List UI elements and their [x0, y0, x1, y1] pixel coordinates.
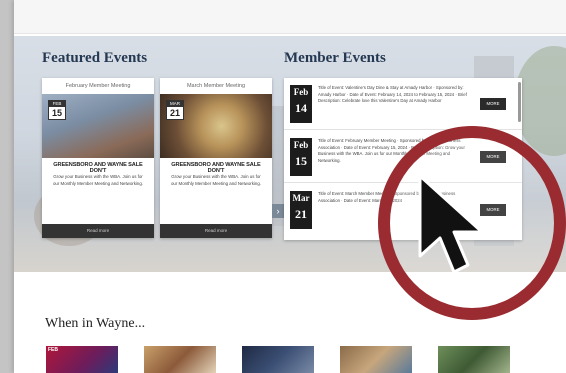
featured-events-title: Featured Events — [42, 50, 148, 66]
card-description: Grow your Business with the WBA. Join us… — [170, 174, 262, 186]
event-date-badge: Mar 21 — [290, 191, 312, 229]
card-description: Grow your Business with the WBA. Join us… — [52, 174, 144, 186]
featured-event-card[interactable]: February Member Meeting FEB 15 GREENSBOR… — [42, 78, 154, 238]
member-events-title: Member Events — [284, 50, 386, 66]
card-day: 21 — [169, 108, 180, 118]
event-day: 15 — [295, 154, 307, 168]
thumbnail-label: FEB — [48, 347, 58, 353]
browser-viewport: Featured Events Member Events February M… — [14, 0, 566, 373]
event-day: 14 — [295, 101, 307, 115]
scrollbar-handle[interactable] — [518, 82, 521, 122]
wayne-thumbnail[interactable] — [242, 346, 314, 373]
wayne-thumbnail[interactable] — [144, 346, 216, 373]
mouse-pointer-icon — [418, 174, 484, 274]
event-month: Mar — [292, 193, 310, 203]
card-header: February Member Meeting — [65, 83, 131, 89]
card-day: 15 — [51, 108, 62, 118]
event-details: Title of Event: Valentine's Day Dine & S… — [318, 85, 467, 104]
member-event-row[interactable]: Feb 14 Title of Event: Valentine's Day D… — [284, 78, 522, 130]
card-date-badge: MAR 21 — [166, 100, 184, 120]
event-date-badge: Feb 14 — [290, 85, 312, 123]
read-more-button[interactable]: Read more — [42, 224, 154, 238]
card-header: March Member Meeting — [186, 83, 246, 89]
card-date-badge: FEB 15 — [48, 100, 66, 120]
event-month: Feb — [293, 140, 309, 150]
site-header-bar — [14, 0, 566, 34]
carousel-next-arrow-icon[interactable]: › — [272, 204, 284, 218]
when-in-wayne-title: When in Wayne... — [45, 316, 146, 331]
event-date-badge: Feb 15 — [290, 138, 312, 176]
featured-event-card[interactable]: March Member Meeting MAR 21 GREENSBORO A… — [160, 78, 272, 238]
wayne-thumbnail[interactable] — [438, 346, 510, 373]
read-more-button[interactable]: Read more — [160, 224, 272, 238]
more-button[interactable]: MORE — [480, 98, 506, 110]
event-day: 21 — [295, 207, 307, 221]
wayne-thumbnail[interactable]: FEB — [46, 346, 118, 373]
wayne-thumbnail[interactable] — [340, 346, 412, 373]
event-month: Feb — [293, 87, 309, 97]
